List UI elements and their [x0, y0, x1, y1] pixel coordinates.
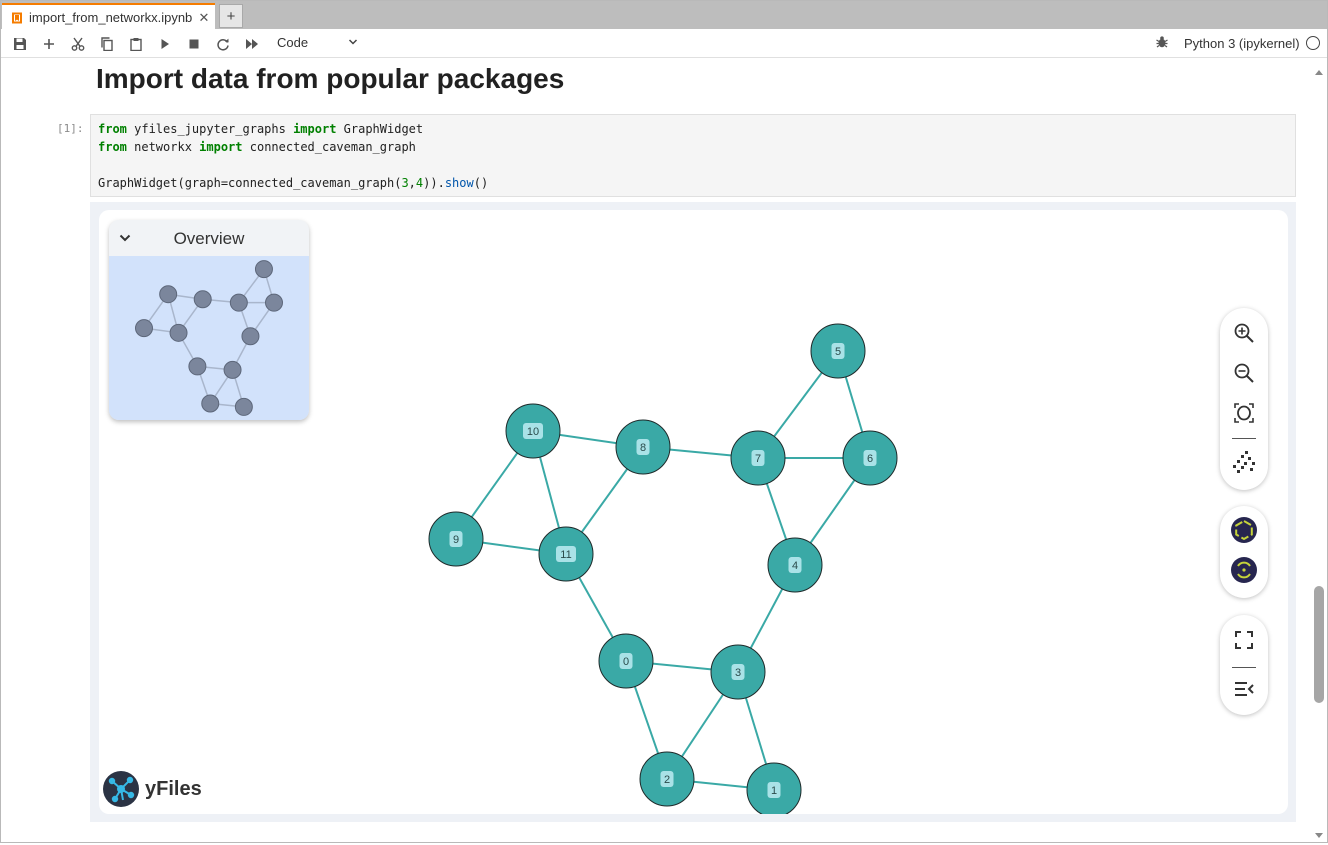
layout-icon[interactable]: [1230, 448, 1258, 476]
graph-node-3[interactable]: 3: [710, 644, 766, 700]
overview-node: [234, 397, 253, 416]
controls-divider: [1232, 667, 1256, 668]
tab-notebook[interactable]: import_from_networkx.ipynb ✕: [2, 3, 215, 30]
graph-node-label: 3: [735, 667, 741, 679]
chevron-down-icon[interactable]: [347, 35, 359, 53]
graph-node-8[interactable]: 8: [615, 419, 671, 475]
overview-map[interactable]: [109, 256, 309, 420]
stop-icon[interactable]: [184, 34, 204, 54]
overview-node: [188, 357, 207, 376]
restart-icon[interactable]: [213, 34, 233, 54]
overview-node: [241, 327, 260, 346]
scroll-up-icon[interactable]: [1314, 63, 1324, 81]
graph-node-label: 0: [623, 656, 629, 668]
overview-node: [254, 260, 273, 279]
cell-execution-prompt: [1]:: [57, 122, 84, 135]
tab-strip: import_from_networkx.ipynb ✕ +: [1, 1, 1327, 30]
graph-node-7[interactable]: 7: [730, 430, 786, 486]
graph-node-5[interactable]: 5: [810, 323, 866, 379]
notebook-scrollbar[interactable]: [1311, 59, 1327, 842]
overview-node: [169, 323, 188, 342]
close-tab-icon[interactable]: ✕: [196, 10, 212, 26]
graph-node-label: 8: [640, 442, 646, 454]
graph-node-1[interactable]: 1: [746, 762, 802, 814]
notebook-panel: Import data from popular packages [1]: f…: [1, 59, 1327, 842]
graph-node-2[interactable]: 2: [639, 751, 695, 807]
yfiles-logo: yFiles: [103, 771, 202, 807]
overview-node: [201, 394, 220, 413]
overview-node: [265, 293, 283, 312]
fit-content-icon[interactable]: [1230, 399, 1258, 427]
graph-node-label: 2: [664, 774, 670, 786]
notebook-icon: [11, 12, 23, 24]
kernel-name[interactable]: Python 3 (ipykernel): [1184, 36, 1300, 51]
overview-header[interactable]: Overview: [109, 220, 309, 256]
logo-text: yFiles: [145, 777, 202, 800]
code-line-1: from yfiles_jupyter_graphs import GraphW…: [98, 122, 424, 136]
graph-node-label: 11: [560, 549, 571, 561]
add-cell-icon[interactable]: [39, 34, 59, 54]
graph-node-label: 10: [527, 426, 539, 438]
overview-graph: [135, 260, 283, 416]
code-cell-editor[interactable]: from yfiles_jupyter_graphs import GraphW…: [90, 114, 1296, 197]
graph-node-label: 4: [792, 560, 798, 572]
graph-node-11[interactable]: 11: [538, 526, 594, 582]
scroll-down-icon[interactable]: [1314, 827, 1324, 845]
tab-label: import_from_networkx.ipynb: [29, 10, 193, 25]
graph-node-label: 6: [867, 453, 873, 465]
graph-widget[interactable]: 0 1 2 3 4 5 6 7 8 9 10 11 Overview yFile…: [99, 210, 1288, 814]
neighborhood-icon[interactable]: [1230, 516, 1258, 544]
markdown-heading: Import data from popular packages: [96, 63, 565, 94]
notebook-toolbar: Code Python 3 (ipykernel): [1, 29, 1327, 58]
run-icon[interactable]: [155, 34, 175, 54]
zoom-out-icon[interactable]: [1230, 359, 1258, 387]
overview-node: [223, 360, 242, 379]
overview-node: [193, 290, 212, 309]
graph-node-9[interactable]: 9: [428, 511, 484, 567]
cut-icon[interactable]: [68, 34, 88, 54]
yfiles-logo-icon: [103, 771, 139, 807]
kernel-status-indicator: [1306, 36, 1320, 50]
new-tab-button[interactable]: +: [219, 4, 243, 28]
graph-node-6[interactable]: 6: [842, 430, 898, 486]
overview-node: [159, 285, 178, 304]
graph-node-label: 1: [771, 785, 777, 797]
overview-node: [135, 319, 153, 338]
cell-type-select[interactable]: Code: [277, 35, 308, 50]
code-line-4: GraphWidget(graph=connected_caveman_grap…: [98, 176, 489, 190]
code-line-2: from networkx import connected_caveman_g…: [98, 140, 416, 154]
run-all-icon[interactable]: [242, 34, 262, 54]
graph-node-10[interactable]: 10: [505, 403, 561, 459]
overview-node: [229, 293, 248, 312]
scrollbar-thumb[interactable]: [1314, 586, 1324, 703]
paste-icon[interactable]: [126, 34, 146, 54]
zoom-controls: [1220, 308, 1268, 490]
graph-node-label: 9: [453, 534, 459, 546]
data-explorer-icon[interactable]: [1230, 556, 1258, 584]
copy-icon[interactable]: [97, 34, 117, 54]
graph-node-label: 5: [835, 346, 841, 358]
graph-node-label: 7: [755, 453, 761, 465]
controls-divider: [1232, 438, 1256, 439]
analysis-controls: [1220, 506, 1268, 598]
graph-node-0[interactable]: 0: [598, 633, 654, 689]
overview-title: Overview: [173, 229, 245, 248]
fullscreen-icon[interactable]: [1230, 626, 1258, 654]
bug-icon[interactable]: [1155, 35, 1169, 54]
sidebar-icon[interactable]: [1230, 675, 1258, 703]
view-controls: [1220, 615, 1268, 715]
overview-panel[interactable]: Overview: [109, 220, 309, 420]
graph-node-4[interactable]: 4: [767, 537, 823, 593]
zoom-in-icon[interactable]: [1230, 319, 1258, 347]
save-icon[interactable]: [10, 34, 30, 54]
